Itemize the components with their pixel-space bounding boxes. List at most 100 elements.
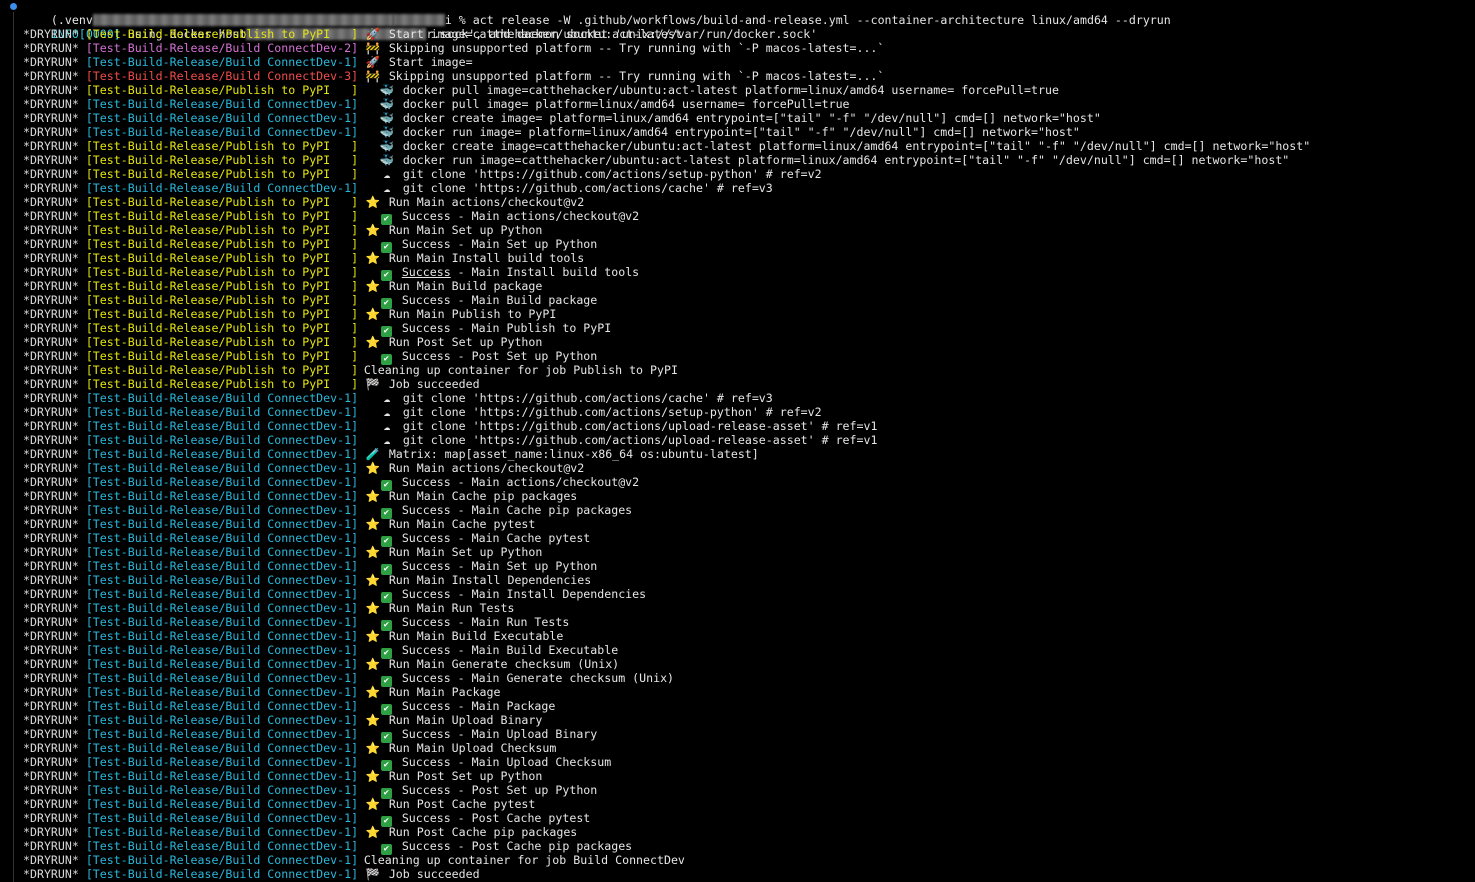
log-line: *DRYRUN* [Test-Build-Release/Build Conne…: [23, 391, 773, 405]
log-line: *DRYRUN* [Test-Build-Release/Publish to …: [23, 27, 682, 41]
dryrun-tag: *DRYRUN*: [23, 713, 79, 727]
log-message: docker create image= platform=linux/amd6…: [402, 111, 1101, 125]
job-label: [Test-Build-Release/Build ConnectDev-1]: [85, 559, 359, 573]
dryrun-tag: *DRYRUN*: [23, 629, 79, 643]
log-message: Job succeeded: [388, 377, 480, 391]
dryrun-tag: *DRYRUN*: [23, 839, 79, 853]
log-message: Success - Main Install Dependencies: [401, 587, 647, 601]
log-message: Skipping unsupported platform -- Try run…: [388, 41, 885, 55]
log-line: *DRYRUN* [Test-Build-Release/Build Conne…: [23, 97, 850, 111]
prompt-line: (.venv i % act release -W .github/workflo…: [23, 0, 1171, 27]
job-label: [Test-Build-Release/Build ConnectDev-1]: [85, 867, 359, 881]
job-label: [Test-Build-Release/Build ConnectDev-1]: [85, 811, 359, 825]
dryrun-tag: *DRYRUN*: [23, 573, 79, 587]
log-message: Run Main Upload Binary: [388, 713, 543, 727]
log-line: *DRYRUN* [Test-Build-Release/Publish to …: [23, 139, 1310, 153]
log-message: Run Main Upload Checksum: [388, 741, 557, 755]
log-message: git clone 'https://github.com/actions/se…: [402, 405, 822, 419]
log-line: *DRYRUN* [Test-Build-Release/Build Conne…: [23, 55, 473, 69]
log-message: Run Main Build package: [388, 279, 543, 293]
log-message: git clone 'https://github.com/actions/up…: [402, 433, 878, 447]
dryrun-tag: *DRYRUN*: [23, 853, 79, 867]
log-message: Success - Main Publish to PyPI: [401, 321, 612, 335]
log-message: Run Post Cache pytest: [388, 797, 536, 811]
log-line: *DRYRUN* [Test-Build-Release/Build Conne…: [23, 825, 577, 839]
log-line: *DRYRUN* [Test-Build-Release/Publish to …: [23, 279, 542, 293]
log-line: *DRYRUN* [Test-Build-Release/Build Conne…: [23, 573, 591, 587]
log-message: Success - Main Set up Python: [401, 237, 598, 251]
dryrun-tag: *DRYRUN*: [23, 601, 79, 615]
clone-icon: ☁: [383, 405, 391, 419]
log-message: Run Main Install build tools: [388, 251, 585, 265]
dryrun-tag: *DRYRUN*: [23, 391, 79, 405]
command-status-dot[interactable]: [10, 3, 17, 10]
job-label: [Test-Build-Release/Publish to PyPI ]: [85, 363, 359, 377]
star-icon: ⭐: [365, 279, 381, 293]
log-line: *DRYRUN* [Test-Build-Release/Publish to …: [23, 363, 678, 377]
dryrun-tag: *DRYRUN*: [23, 55, 79, 69]
job-label: [Test-Build-Release/Build ConnectDev-1]: [85, 853, 359, 867]
log-line: *DRYRUN* [Test-Build-Release/Build Conne…: [23, 727, 597, 743]
log-message: Start image=: [388, 55, 473, 69]
log-line: *DRYRUN* [Test-Build-Release/Publish to …: [23, 293, 597, 309]
log-line: *DRYRUN* [Test-Build-Release/Build Conne…: [23, 433, 877, 447]
log-message: docker run image=catthehacker/ubuntu:act…: [402, 153, 1290, 167]
dryrun-tag: *DRYRUN*: [23, 825, 79, 839]
log-line: *DRYRUN* [Test-Build-Release/Publish to …: [23, 83, 1059, 97]
clone-icon: ☁: [383, 167, 391, 181]
log-message: git clone 'https://github.com/actions/se…: [402, 167, 822, 181]
job-label: [Test-Build-Release/Publish to PyPI ]: [85, 27, 359, 41]
job-label: [Test-Build-Release/Publish to PyPI ]: [85, 167, 359, 181]
log-line: *DRYRUN* [Test-Build-Release/Build Conne…: [23, 685, 501, 699]
log-message: Run Post Cache pip packages: [388, 825, 578, 839]
job-label: [Test-Build-Release/Publish to PyPI ]: [85, 279, 359, 293]
log-message: Skipping unsupported platform -- Try run…: [388, 69, 885, 83]
log-message: Run Main Generate checksum (Unix): [388, 657, 620, 671]
dryrun-tag: *DRYRUN*: [23, 531, 79, 545]
log-line: *DRYRUN* [Test-Build-Release/Build Conne…: [23, 587, 647, 603]
star-icon: ⭐: [365, 797, 381, 811]
log-line: *DRYRUN* [Test-Build-Release/Build Conne…: [23, 713, 542, 727]
log-line: *DRYRUN* [Test-Build-Release/Build Conne…: [23, 545, 542, 559]
dryrun-tag: *DRYRUN*: [23, 293, 79, 307]
clone-icon: ☁: [383, 181, 391, 195]
job-label: [Test-Build-Release/Publish to PyPI ]: [85, 335, 359, 349]
dryrun-tag: *DRYRUN*: [23, 335, 79, 349]
job-label: [Test-Build-Release/Build ConnectDev-1]: [85, 657, 359, 671]
log-message: Success - Post Cache pip packages: [401, 839, 633, 853]
docker-icon: 🐳: [379, 111, 395, 125]
log-message: Success - Main Run Tests: [401, 615, 570, 629]
log-message: Run Main actions/checkout@v2: [388, 461, 585, 475]
dryrun-tag: *DRYRUN*: [23, 69, 79, 83]
log-line: *DRYRUN* [Test-Build-Release/Publish to …: [23, 167, 822, 181]
star-icon: ⭐: [365, 223, 381, 237]
log-message: Run Main Set up Python: [388, 223, 543, 237]
job-label: [Test-Build-Release/Build ConnectDev-1]: [85, 125, 359, 139]
log-line: *DRYRUN* [Test-Build-Release/Build Conne…: [23, 671, 675, 687]
log-message: Run Main Build Executable: [388, 629, 564, 643]
dryrun-tag: *DRYRUN*: [23, 615, 79, 629]
job-label: [Test-Build-Release/Publish to PyPI ]: [85, 349, 359, 363]
dryrun-tag: *DRYRUN*: [23, 699, 79, 713]
log-line: *DRYRUN* [Test-Build-Release/Publish to …: [23, 321, 612, 337]
flag-icon: 🏁: [365, 867, 381, 881]
log-line: *DRYRUN* [Test-Build-Release/Build Conne…: [23, 461, 584, 475]
job-label: [Test-Build-Release/Build ConnectDev-1]: [85, 825, 359, 839]
job-label: [Test-Build-Release/Build ConnectDev-1]: [85, 699, 359, 713]
log-line: *DRYRUN* [Test-Build-Release/Publish to …: [23, 307, 556, 321]
job-label: [Test-Build-Release/Build ConnectDev-1]: [85, 447, 359, 461]
log-message: Success - Main Generate checksum (Unix): [401, 671, 675, 685]
star-icon: ⭐: [365, 629, 381, 643]
terminal-output[interactable]: (.venv i % act release -W .github/workflo…: [0, 0, 1475, 882]
log-line: *DRYRUN* [Test-Build-Release/Build Conne…: [23, 769, 542, 783]
job-label: [Test-Build-Release/Build ConnectDev-1]: [85, 573, 359, 587]
star-icon: ⭐: [365, 685, 381, 699]
log-line: *DRYRUN* [Test-Build-Release/Publish to …: [23, 335, 542, 349]
job-label: [Test-Build-Release/Build ConnectDev-1]: [85, 769, 359, 783]
clone-icon: ☁: [383, 433, 391, 447]
log-line: *DRYRUN* [Test-Build-Release/Publish to …: [23, 349, 597, 365]
log-line: *DRYRUN* [Test-Build-Release/Build Conne…: [23, 601, 514, 615]
dryrun-tag: *DRYRUN*: [23, 769, 79, 783]
job-label: [Test-Build-Release/Publish to PyPI ]: [85, 195, 359, 209]
log-line: *DRYRUN* [Test-Build-Release/Build Conne…: [23, 741, 556, 755]
